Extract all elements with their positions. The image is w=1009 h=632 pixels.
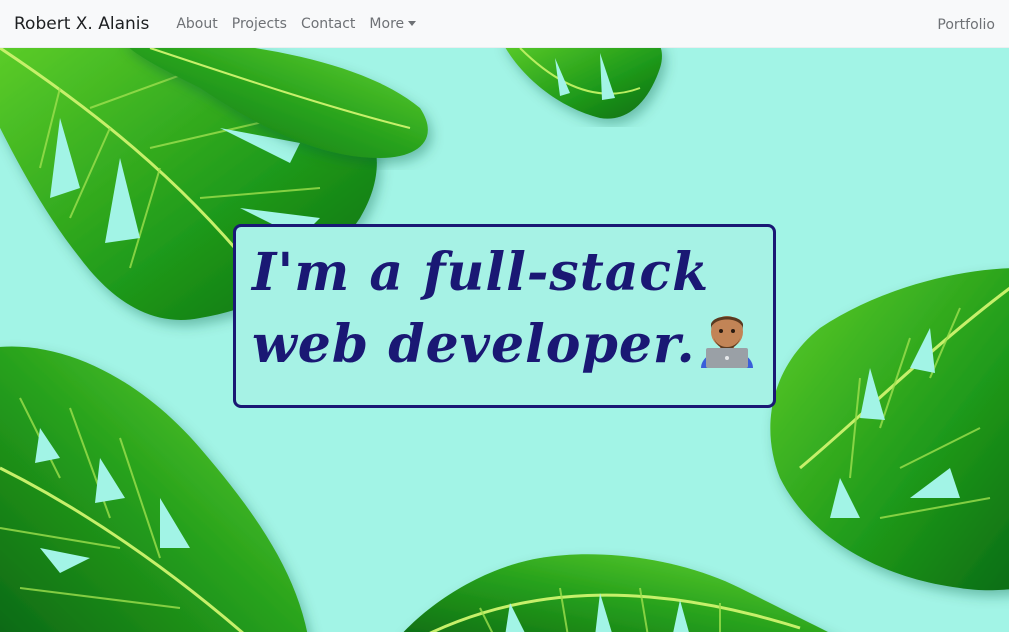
navbar: Robert X. Alanis About Projects Contact … bbox=[0, 0, 1009, 48]
nav-link-contact-label: Contact bbox=[300, 15, 356, 32]
hero-section: I'm a full-stack web developer. bbox=[0, 48, 1009, 632]
nav-right: Portfolio bbox=[930, 14, 995, 33]
nav-link-portfolio[interactable]: Portfolio bbox=[930, 17, 995, 33]
nav-links: About Projects Contact More bbox=[169, 16, 423, 32]
leaf-right bbox=[770, 268, 1009, 591]
caret-down-icon bbox=[408, 21, 417, 26]
nav-dropdown-more-label: More bbox=[369, 15, 405, 32]
technologist-icon bbox=[700, 316, 753, 368]
headline-line-2: web developer. bbox=[252, 314, 696, 375]
leaf-top-center bbox=[505, 48, 662, 119]
hero-headline: I'm a full-stack web developer. bbox=[252, 237, 757, 381]
headline-box: I'm a full-stack web developer. bbox=[233, 224, 776, 408]
nav-link-about[interactable]: About bbox=[169, 16, 224, 32]
brand-link[interactable]: Robert X. Alanis bbox=[14, 14, 149, 34]
nav-link-about-label: About bbox=[176, 15, 218, 32]
headline-line-2-wrapper: web developer. bbox=[252, 309, 757, 381]
headline-line-1: I'm a full-stack bbox=[252, 242, 710, 303]
leaf-bottom-center bbox=[403, 554, 828, 632]
nav-link-projects-label: Projects bbox=[231, 15, 287, 32]
nav-link-contact[interactable]: Contact bbox=[294, 16, 362, 32]
nav-link-projects[interactable]: Projects bbox=[225, 16, 294, 32]
page: Robert X. Alanis About Projects Contact … bbox=[0, 0, 1009, 632]
nav-dropdown-more[interactable]: More bbox=[362, 16, 423, 32]
